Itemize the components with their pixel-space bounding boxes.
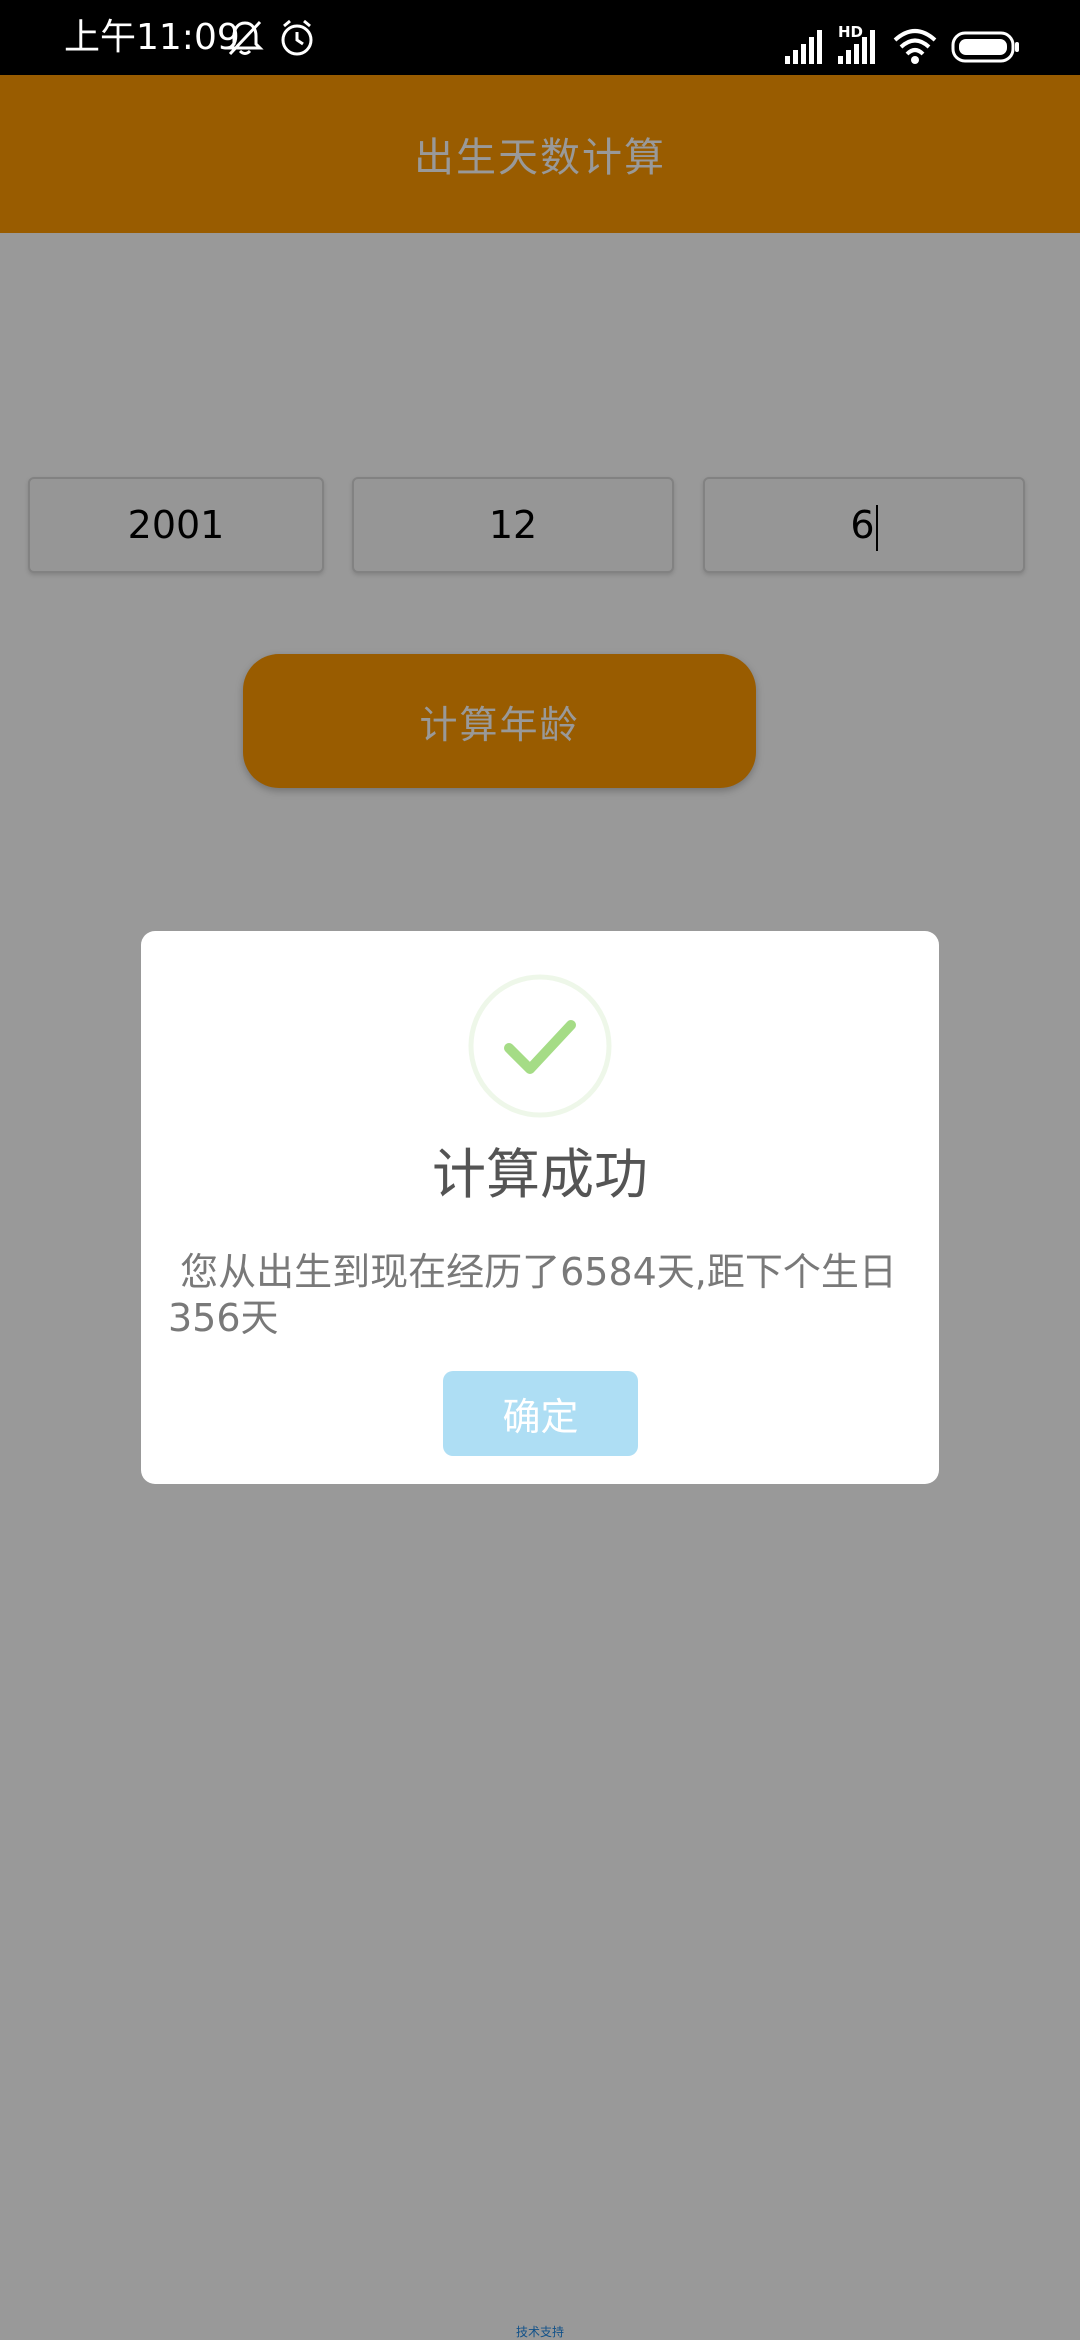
dialog-title: 计算成功: [432, 1143, 648, 1206]
bell-muted-icon: [226, 20, 264, 56]
confirm-button-label: 确定: [502, 1395, 579, 1439]
battery-icon: [951, 31, 1019, 63]
success-dialog: 计算成功 您从出生到现在经历了6584天,距下个生日356天 确定: [141, 931, 939, 1484]
wifi-icon: [893, 29, 937, 64]
dialog-message: 您从出生到现在经历了6584天,距下个生日356天: [168, 1250, 897, 1340]
hd-label: HD: [838, 23, 864, 41]
alarm-icon: [281, 19, 313, 56]
confirm-button[interactable]: 确定: [443, 1371, 638, 1456]
signal-icon: [785, 30, 822, 64]
status-bar: 上午11:09 HD: [0, 0, 1080, 75]
success-check-icon: [468, 974, 612, 1118]
status-time: 上午11:09: [64, 17, 240, 58]
